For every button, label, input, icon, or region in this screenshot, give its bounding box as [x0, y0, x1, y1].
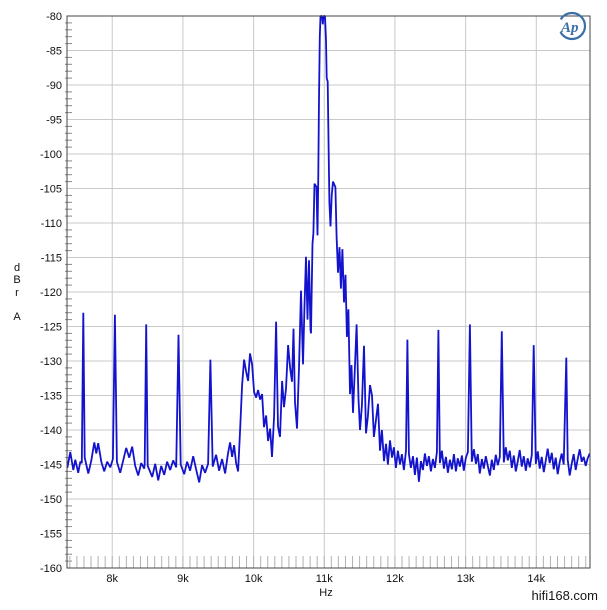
- logo-text: Ap: [560, 20, 579, 36]
- y-axis-unit-line-2: B: [10, 274, 24, 286]
- y-axis-unit-line-3: r: [10, 287, 24, 299]
- y-tick-label: -105: [40, 184, 62, 196]
- y-tick-label: -120: [40, 287, 62, 299]
- x-tick-label: 12k: [386, 573, 404, 585]
- spectrum-trace: [67, 16, 589, 482]
- y-axis-unit-line-1: d: [10, 262, 24, 274]
- y-tick-label: -150: [40, 494, 62, 506]
- y-tick-label: -140: [40, 425, 62, 437]
- y-tick-label: -155: [40, 529, 62, 541]
- channel-label: A: [10, 311, 24, 323]
- x-tick-label: 8k: [106, 573, 118, 585]
- y-tick-label: -145: [40, 460, 62, 472]
- y-tick-label: -115: [41, 253, 62, 265]
- x-tick-label: 11k: [316, 573, 333, 585]
- y-tick-label: -90: [46, 80, 62, 92]
- y-tick-label: -130: [40, 356, 62, 368]
- x-tick-label: 13k: [457, 573, 475, 585]
- y-tick-label: -125: [40, 322, 62, 334]
- y-tick-label: -95: [46, 115, 62, 127]
- y-tick-label: -135: [40, 391, 62, 403]
- audio-precision-logo-icon: Ap: [552, 9, 592, 43]
- y-tick-label: -110: [41, 218, 62, 230]
- fft-spectrum-page: -80 -85 -90 -95 -100 -105 -110 -115 -120 -125 -130…: [0, 0, 607, 610]
- x-tick-label: 9k: [177, 573, 189, 585]
- y-tick-label: -160: [40, 563, 62, 575]
- x-axis-unit-label: Hz: [314, 587, 338, 599]
- x-tick-label: 14k: [527, 573, 545, 585]
- y-tick-label: -80: [46, 11, 62, 23]
- x-tick-label: 10k: [245, 573, 263, 585]
- watermark-text: hifi168.com: [532, 588, 598, 603]
- y-tick-label: -85: [46, 46, 62, 58]
- y-tick-label: -100: [40, 149, 62, 161]
- spectrum-plot: -80 -85 -90 -95 -100 -105 -110 -115 -120 -125 -130…: [0, 0, 607, 610]
